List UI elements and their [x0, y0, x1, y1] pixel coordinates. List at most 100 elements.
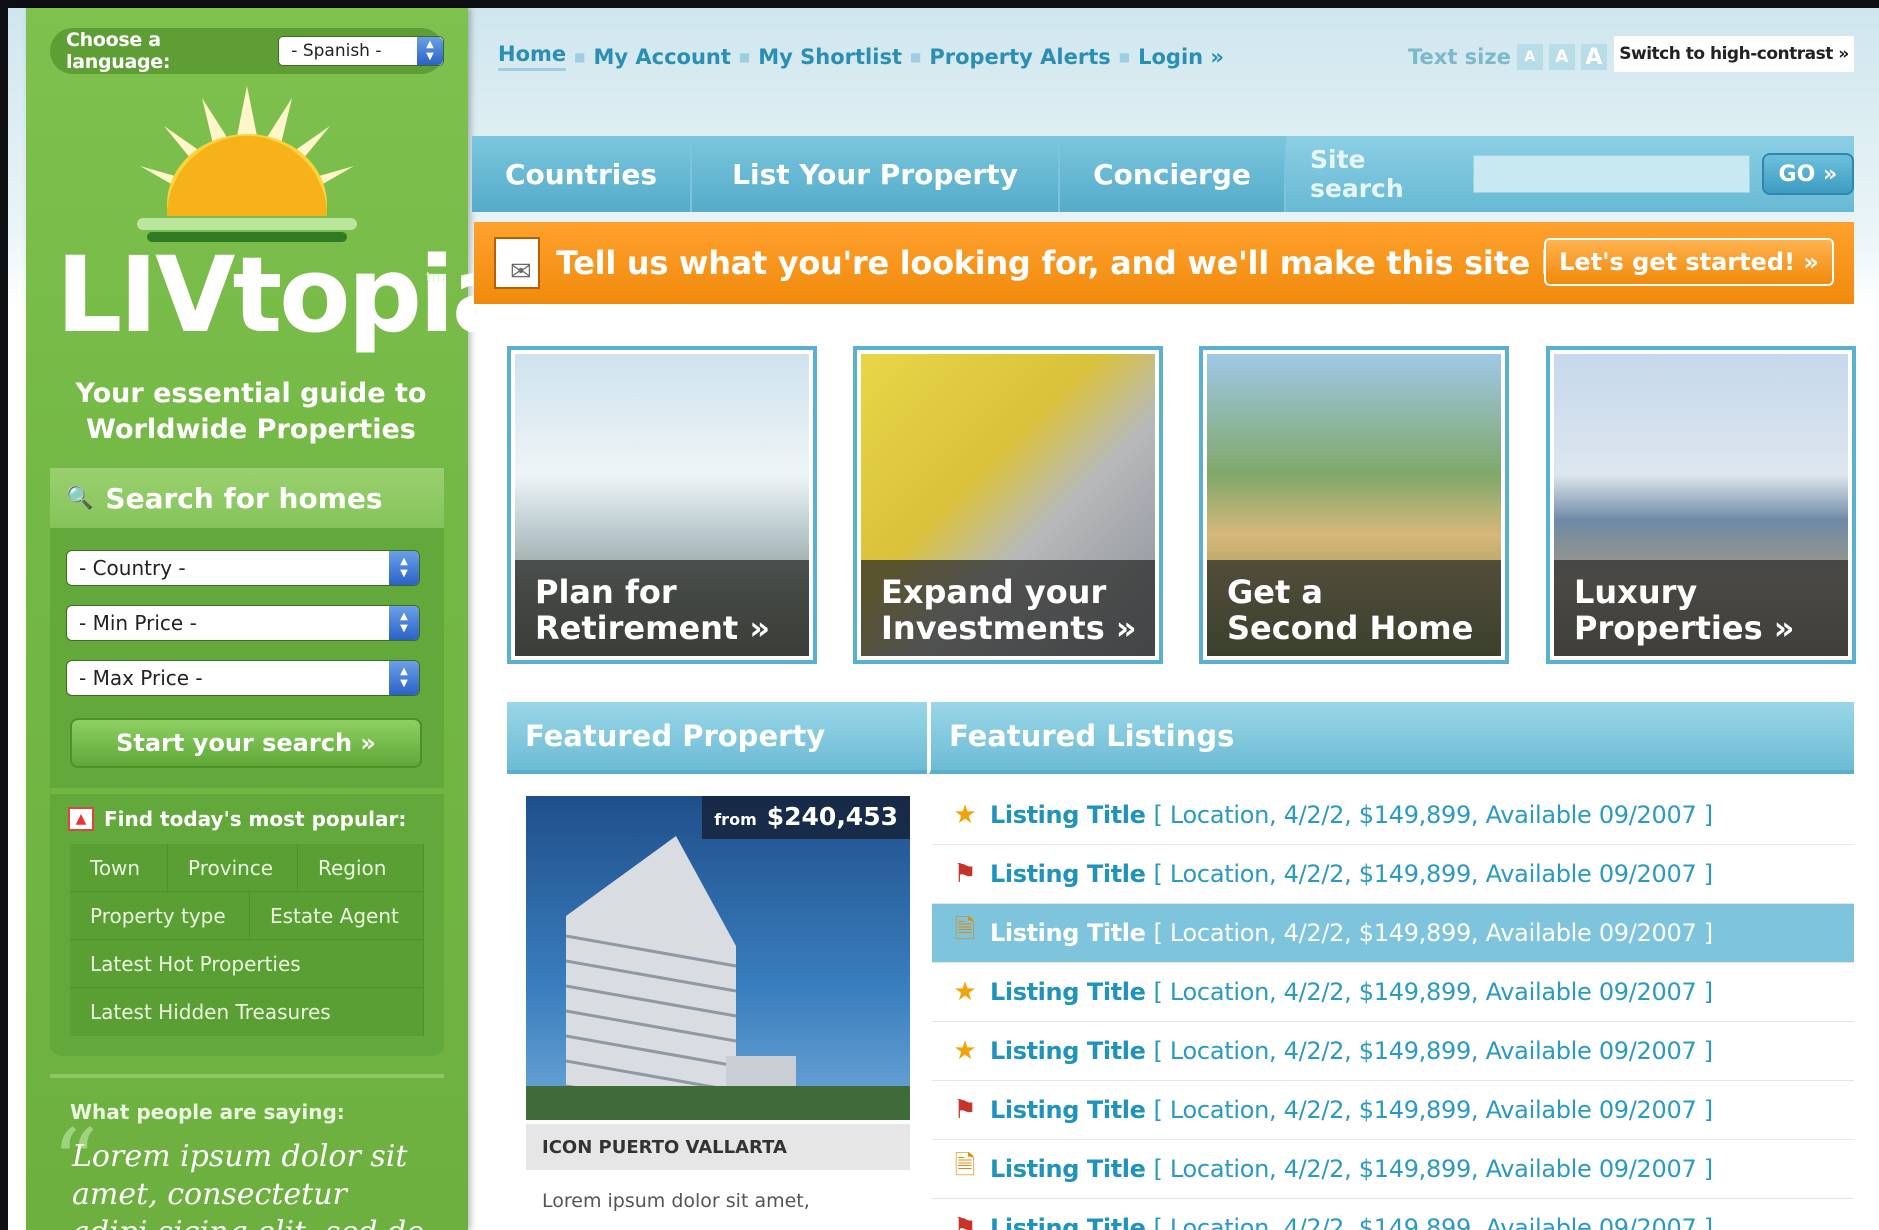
promo-image-house-model: Expand your Investments » — [861, 354, 1155, 656]
popular-link-town[interactable]: Town — [70, 844, 168, 891]
popular-link-hot-properties[interactable]: Latest Hot Properties — [70, 940, 424, 987]
featured-listings-header: Featured Listings — [929, 702, 1854, 774]
popular-link-region[interactable]: Region — [298, 844, 424, 891]
site-search-input[interactable] — [1473, 155, 1750, 193]
listing-details: [ Location, 4/2/2, $149,899, Available 0… — [1153, 978, 1714, 1006]
select-arrows-icon: ▲ ▼ — [417, 37, 443, 65]
popular-title: ▲ Find today's most popular: — [68, 804, 424, 834]
flag-icon: ⚑ — [953, 1095, 977, 1125]
star-icon: ★ — [953, 977, 977, 1007]
list-item[interactable]: 🗎 Listing Title [ Location, 4/2/2, $149,… — [932, 1140, 1854, 1199]
listing-title[interactable]: Listing Title — [990, 1037, 1146, 1065]
search-icon: 🔍 — [66, 485, 94, 511]
listing-details: [ Location, 4/2/2, $149,899, Available 0… — [1153, 919, 1714, 947]
nav-link-property-alerts[interactable]: Property Alerts — [929, 45, 1110, 69]
promo-caption: Expand your Investments » — [861, 560, 1155, 656]
list-item[interactable]: ★ Listing Title [ Location, 4/2/2, $149,… — [932, 1022, 1854, 1081]
listing-title[interactable]: Listing Title — [990, 1155, 1146, 1183]
min-price-select[interactable]: - Min Price - ▲ ▼ — [66, 605, 420, 641]
featured-listings: ★ Listing Title [ Location, 4/2/2, $149,… — [932, 786, 1854, 1230]
tagline-line-1: Your essential guide to — [75, 378, 427, 409]
list-item[interactable]: ⚑ Listing Title [ Location, 4/2/2, $149,… — [932, 1199, 1854, 1230]
featured-property-image[interactable]: from $240,453 — [526, 796, 910, 1120]
tab-countries[interactable]: Countries — [472, 136, 692, 212]
promo-tile-retirement[interactable]: Plan for Retirement » — [507, 346, 817, 664]
max-price-select[interactable]: - Max Price - ▲ ▼ — [66, 660, 420, 696]
main-navigation: Countries List Your Property Concierge S… — [472, 136, 1854, 212]
promo-caption-line: Investments » — [881, 609, 1137, 647]
country-select-value: - Country - — [79, 556, 186, 580]
search-homes-header: 🔍 Search for homes — [50, 468, 444, 528]
building-image — [526, 836, 910, 1120]
country-select[interactable]: - Country - ▲ ▼ — [66, 550, 420, 586]
logo-wordmark[interactable]: LIVtopia — [56, 240, 522, 350]
tab-list-your-property[interactable]: List Your Property — [692, 136, 1060, 212]
text-size-large-button[interactable]: A — [1580, 44, 1607, 70]
tagline-line-2: Worldwide Properties — [86, 414, 416, 445]
text-size-label: Text size — [1408, 45, 1511, 69]
search-homes-title: Search for homes — [105, 481, 383, 515]
tab-concierge[interactable]: Concierge — [1060, 136, 1286, 212]
nav-link-my-account[interactable]: My Account — [593, 45, 730, 69]
popular-link-estate-agent[interactable]: Estate Agent — [250, 892, 424, 939]
language-select[interactable]: - Spanish - ▲ ▼ — [278, 36, 444, 66]
start-search-button[interactable]: Start your search » — [70, 718, 422, 768]
nav-separator: ■ — [574, 49, 586, 64]
listing-title[interactable]: Listing Title — [990, 1096, 1146, 1124]
promo-caption-line: Retirement » — [535, 609, 771, 647]
list-item[interactable]: ★ Listing Title [ Location, 4/2/2, $149,… — [932, 963, 1854, 1022]
featured-property-name[interactable]: ICON PUERTO VALLARTA — [526, 1124, 910, 1170]
promo-caption: Plan for Retirement » — [515, 560, 809, 656]
promo-image-beach: Plan for Retirement » — [515, 354, 809, 656]
promo-tile-second-home[interactable]: Get a Second Home » — [1199, 346, 1509, 664]
nav-link-login[interactable]: Login » — [1138, 45, 1224, 69]
document-icon: 🗎 — [954, 915, 976, 945]
text-size-controls: Text size A A A — [1408, 44, 1607, 70]
listing-title[interactable]: Listing Title — [990, 860, 1146, 888]
feedback-form-icon — [494, 237, 540, 289]
listing-title[interactable]: Listing Title — [990, 1214, 1146, 1230]
nav-separator: ■ — [909, 49, 922, 64]
list-item[interactable]: ⚑ Listing Title [ Location, 4/2/2, $149,… — [932, 1081, 1854, 1140]
listing-details: [ Location, 4/2/2, $149,899, Available 0… — [1153, 1155, 1714, 1183]
promo-tile-investments[interactable]: Expand your Investments » — [853, 346, 1163, 664]
popular-row: Latest Hot Properties — [70, 940, 424, 988]
popular-row: Latest Hidden Treasures — [70, 988, 424, 1036]
language-label: Choose a language: — [66, 29, 171, 73]
list-item[interactable]: ⚑ Listing Title [ Location, 4/2/2, $149,… — [932, 845, 1854, 904]
list-item[interactable]: ★ Listing Title [ Location, 4/2/2, $149,… — [932, 786, 1854, 845]
listing-title[interactable]: Listing Title — [990, 919, 1146, 947]
testimonial-quote: Lorem ipsum dolor sit amet, consectetur … — [72, 1139, 424, 1230]
listing-title[interactable]: Listing Title — [990, 801, 1146, 829]
nav-separator: ■ — [738, 49, 751, 64]
select-arrows-icon: ▲ ▼ — [389, 606, 419, 640]
nav-link-home[interactable]: Home — [498, 42, 567, 71]
high-contrast-button[interactable]: Switch to high-contrast » — [1614, 36, 1854, 72]
promo-image-villa: Get a Second Home » — [1207, 354, 1501, 656]
listing-details: [ Location, 4/2/2, $149,899, Available 0… — [1153, 1096, 1714, 1124]
popular-link-province[interactable]: Province — [168, 844, 298, 891]
promo-caption-line: Expand your — [881, 573, 1107, 611]
go-button[interactable]: GO » — [1761, 153, 1854, 195]
get-started-button[interactable]: Let's get started! » — [1544, 238, 1834, 286]
featured-property-description: Lorem ipsum dolor sit amet, — [542, 1190, 810, 1212]
flag-icon: ⚑ — [953, 1213, 977, 1230]
text-size-medium-button[interactable]: A — [1548, 44, 1575, 70]
promo-caption-line: Get a — [1227, 573, 1323, 611]
min-price-select-value: - Min Price - — [79, 611, 197, 635]
site-search-label: Site search — [1310, 145, 1404, 203]
listing-details: [ Location, 4/2/2, $149,899, Available 0… — [1153, 860, 1714, 888]
list-item-highlighted[interactable]: 🗎 Listing Title [ Location, 4/2/2, $149,… — [932, 904, 1854, 963]
popular-link-property-type[interactable]: Property type — [70, 892, 250, 939]
listing-details: [ Location, 4/2/2, $149,899, Available 0… — [1153, 1214, 1714, 1230]
text-size-small-button[interactable]: A — [1516, 44, 1543, 70]
promo-caption-line: Plan for — [535, 573, 677, 611]
promo-caption: Luxury Properties » — [1554, 560, 1848, 656]
popular-link-hidden-treasures[interactable]: Latest Hidden Treasures — [70, 988, 424, 1036]
promo-caption-line: Luxury — [1574, 573, 1698, 611]
top-navigation: Home ■ My Account ■ My Shortlist ■ Prope… — [498, 42, 1224, 71]
nav-link-my-shortlist[interactable]: My Shortlist — [758, 45, 902, 69]
listing-title[interactable]: Listing Title — [990, 978, 1146, 1006]
promo-tile-luxury[interactable]: Luxury Properties » — [1546, 346, 1856, 664]
popular-row: Town Province Region — [70, 844, 424, 892]
